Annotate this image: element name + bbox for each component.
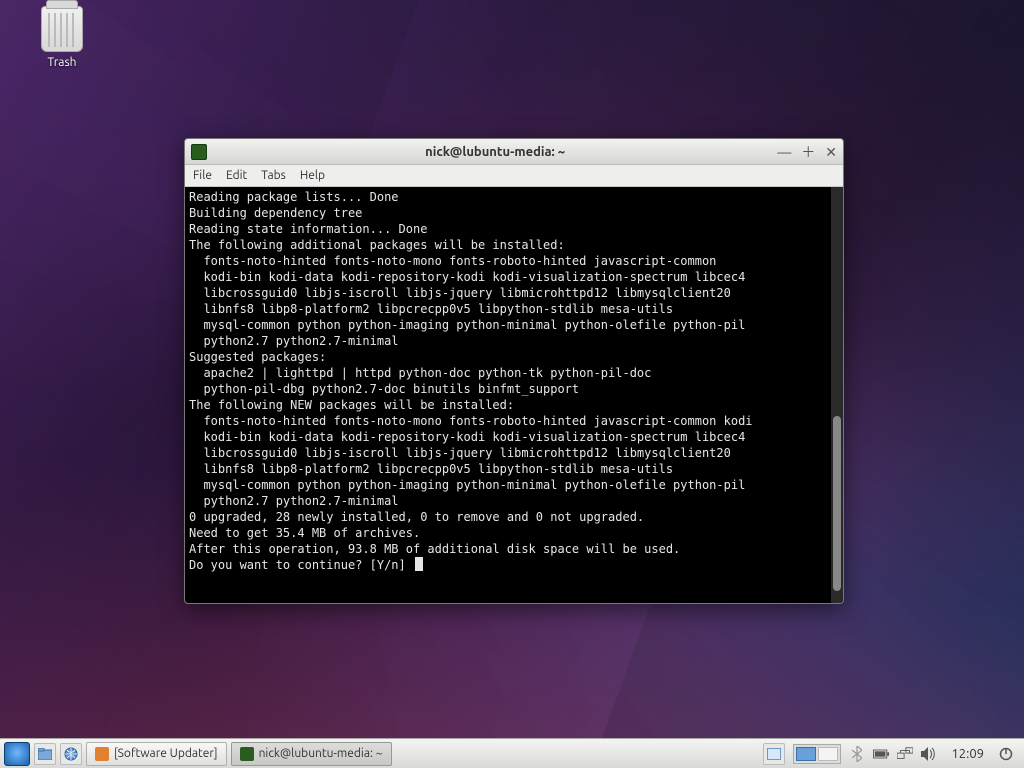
menu-tabs[interactable]: Tabs bbox=[261, 169, 286, 182]
window-titlebar[interactable]: nick@lubuntu-media: ~ — ＋ ✕ bbox=[185, 139, 843, 165]
trash-label: Trash bbox=[30, 56, 94, 69]
menu-help[interactable]: Help bbox=[300, 169, 325, 182]
taskbar-item-software-updater[interactable]: [Software Updater] bbox=[86, 742, 227, 766]
window-menubar: File Edit Tabs Help bbox=[185, 165, 843, 187]
bluetooth-icon[interactable] bbox=[849, 746, 865, 762]
taskbar: [Software Updater] nick@lubuntu-media: ~… bbox=[0, 738, 1024, 768]
network-icon[interactable] bbox=[897, 746, 913, 762]
menu-file[interactable]: File bbox=[193, 169, 212, 182]
window-title: nick@lubuntu-media: ~ bbox=[213, 145, 777, 159]
battery-icon[interactable] bbox=[873, 746, 889, 762]
volume-icon[interactable] bbox=[921, 746, 937, 762]
terminal-icon bbox=[191, 144, 207, 160]
close-button[interactable]: ✕ bbox=[825, 145, 837, 159]
workspace-pager[interactable] bbox=[793, 744, 841, 764]
system-tray: 12:09 bbox=[757, 743, 1020, 765]
terminal-window: nick@lubuntu-media: ~ — ＋ ✕ File Edit Ta… bbox=[184, 138, 844, 604]
menu-edit[interactable]: Edit bbox=[226, 169, 247, 182]
workspace-1[interactable] bbox=[796, 747, 816, 761]
desktop-trash-icon[interactable]: Trash bbox=[30, 6, 94, 69]
software-updater-icon bbox=[95, 747, 109, 761]
scrollbar-thumb[interactable] bbox=[833, 416, 841, 591]
show-desktop-button[interactable] bbox=[763, 743, 785, 765]
taskbar-item-terminal[interactable]: nick@lubuntu-media: ~ bbox=[231, 742, 392, 766]
minimize-button[interactable]: — bbox=[777, 145, 791, 159]
maximize-button[interactable]: ＋ bbox=[801, 145, 815, 159]
task-label: [Software Updater] bbox=[114, 747, 218, 760]
task-label: nick@lubuntu-media: ~ bbox=[259, 747, 383, 760]
browser-launcher[interactable] bbox=[60, 743, 82, 765]
trash-icon bbox=[41, 6, 83, 52]
terminal-output[interactable]: Reading package lists... Done Building d… bbox=[185, 187, 843, 603]
start-menu-button[interactable] bbox=[4, 742, 30, 766]
terminal-icon bbox=[240, 747, 254, 761]
clock[interactable]: 12:09 bbox=[945, 747, 990, 761]
file-manager-launcher[interactable] bbox=[34, 743, 56, 765]
terminal-scrollbar[interactable] bbox=[831, 187, 843, 603]
logout-icon[interactable] bbox=[998, 746, 1014, 762]
workspace-2[interactable] bbox=[818, 747, 838, 761]
